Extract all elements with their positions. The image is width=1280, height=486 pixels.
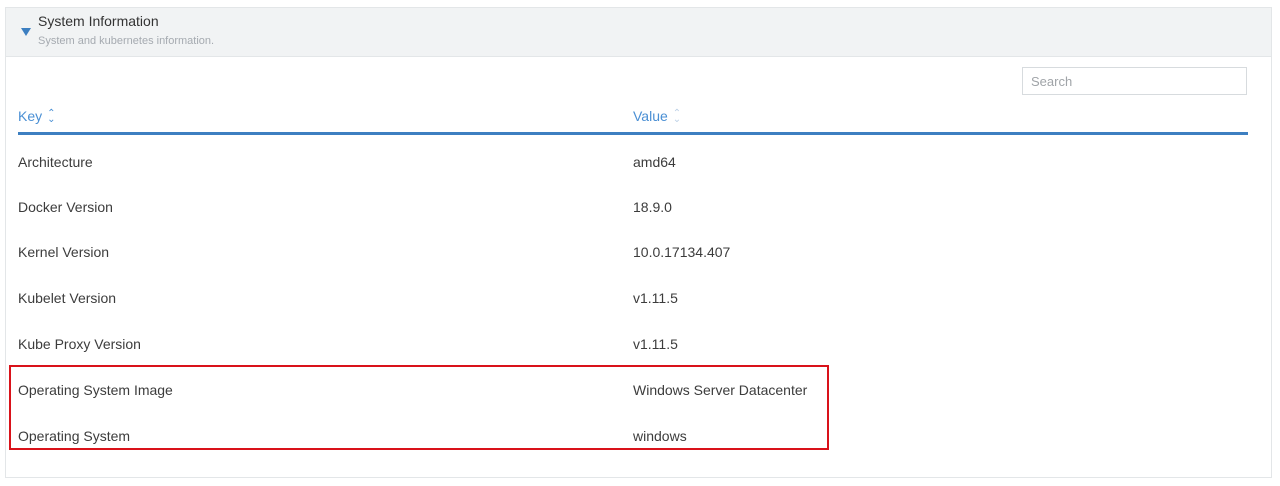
column-header-key-label: Key bbox=[18, 108, 43, 124]
row-key: Kube Proxy Version bbox=[18, 336, 141, 352]
row-value: v1.11.5 bbox=[633, 336, 678, 352]
row-key: Kubelet Version bbox=[18, 290, 117, 306]
row-value: 18.9.0 bbox=[633, 199, 672, 215]
table-header: Key ⌃ ⌄ Value ⌃ ⌄ bbox=[18, 106, 1248, 135]
row-value: v1.11.5 bbox=[633, 290, 678, 306]
panel-subtitle: System and kubernetes information. bbox=[38, 35, 215, 47]
column-header-value[interactable]: Value ⌃ ⌄ bbox=[633, 108, 681, 125]
row-value: amd64 bbox=[633, 154, 676, 170]
table-row: Kubelet Version v1.11.5 bbox=[18, 275, 1248, 321]
sort-icon[interactable]: ⌃ ⌄ bbox=[47, 109, 55, 125]
sort-icon[interactable]: ⌃ ⌄ bbox=[673, 109, 681, 125]
table-row: Architecture amd64 bbox=[18, 139, 1248, 185]
search-input[interactable] bbox=[1022, 67, 1247, 95]
panel-title: System Information bbox=[38, 13, 159, 29]
panel-header[interactable]: System Information System and kubernetes… bbox=[6, 8, 1271, 57]
table-row: Kube Proxy Version v1.11.5 bbox=[18, 321, 1248, 367]
caret-down-icon[interactable] bbox=[21, 28, 31, 36]
table-row: Kernel Version 10.0.17134.407 bbox=[18, 229, 1248, 275]
row-key: Docker Version bbox=[18, 199, 113, 215]
column-header-key[interactable]: Key ⌃ ⌄ bbox=[18, 108, 56, 125]
row-key: Architecture bbox=[18, 154, 93, 170]
table-row: Docker Version 18.9.0 bbox=[18, 184, 1248, 230]
row-key: Kernel Version bbox=[18, 244, 110, 260]
row-value: 10.0.17134.407 bbox=[633, 244, 731, 260]
column-header-value-label: Value bbox=[633, 108, 668, 124]
highlight-annotation-box bbox=[9, 365, 829, 450]
